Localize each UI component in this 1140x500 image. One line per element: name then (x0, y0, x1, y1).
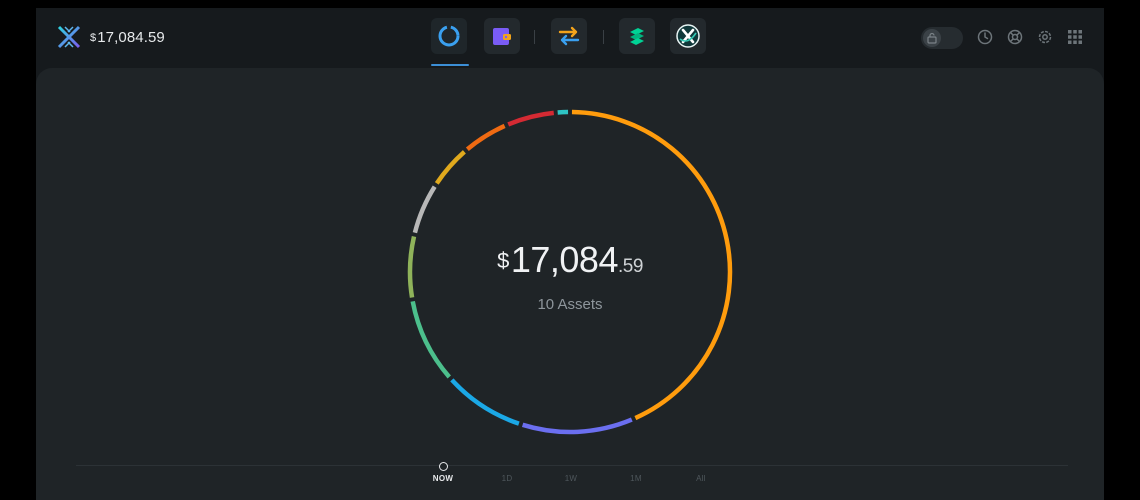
wallet-icon (493, 28, 511, 45)
tab-exchange[interactable] (551, 18, 587, 54)
header-balance-value: 17,084.59 (97, 29, 165, 46)
timeline-all[interactable]: All (681, 474, 721, 483)
header-balance: $17,084.59 (90, 29, 165, 46)
timeline-1d[interactable]: 1D (487, 474, 527, 483)
portfolio-panel: $17,084.59 10 Assets NOW 1D 1W 1M All (36, 68, 1104, 500)
compound-icon (630, 28, 644, 45)
nav-divider (603, 30, 604, 44)
timeline-1m[interactable]: 1M (616, 474, 656, 483)
allocation-segment[interactable] (507, 110, 555, 127)
app-window: $17,084.59 $17,084.59 10 Assets NOW 1D 1… (36, 8, 1104, 500)
allocation-segment[interactable] (450, 378, 520, 426)
portfolio-currency-symbol: $ (497, 248, 509, 273)
nav-divider (534, 30, 535, 44)
timeline-axis (76, 465, 1068, 466)
settings-icon[interactable] (1036, 28, 1054, 46)
active-tab-indicator (431, 64, 469, 66)
timeline-marker (439, 462, 448, 471)
allocation-segment[interactable] (412, 185, 437, 234)
lock-icon (923, 29, 941, 47)
grid-icon[interactable] (1066, 28, 1084, 46)
lock-toggle[interactable] (921, 27, 963, 49)
portfolio-balance-whole: 17,084 (510, 239, 619, 280)
portfolio-summary: $17,084.59 10 Assets (400, 240, 740, 314)
portfolio-donut-icon (438, 25, 460, 47)
exchange-arrows-icon (558, 26, 580, 46)
support-icon[interactable] (1006, 28, 1024, 46)
top-bar: $17,084.59 (36, 8, 1104, 68)
tab-compound[interactable] (619, 18, 655, 54)
portfolio-balance-cents: .59 (617, 256, 643, 277)
timeline-1w[interactable]: 1W (551, 474, 591, 483)
asset-count: 10 Assets (537, 296, 603, 313)
header-currency-symbol: $ (90, 32, 97, 44)
exodus-logo-icon[interactable] (56, 24, 82, 50)
allocation-segment[interactable] (465, 123, 506, 152)
allocation-segment[interactable] (434, 150, 466, 185)
tab-portfolio[interactable] (431, 18, 467, 54)
allocation-segment[interactable] (521, 417, 633, 435)
timeline-now[interactable]: NOW (423, 474, 463, 483)
x-coin-icon (676, 24, 700, 48)
tab-wallet[interactable] (484, 18, 520, 54)
portfolio-balance: $17,084.59 (400, 240, 740, 287)
tab-x-app[interactable] (670, 18, 706, 54)
history-icon[interactable] (976, 28, 994, 46)
